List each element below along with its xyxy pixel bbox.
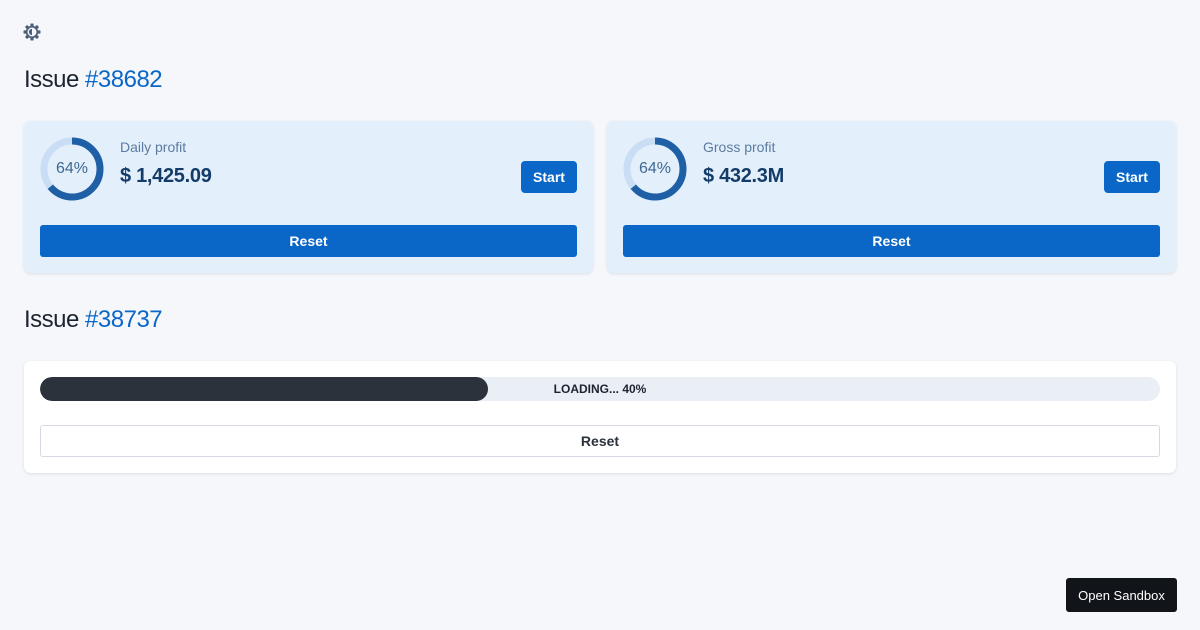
ring-percent-label: 64% [55,160,89,177]
issue-number-link[interactable]: #38682 [85,66,163,93]
metric-card-gross-profit: 64% Gross profit $ 432.3M Start Reset [607,121,1176,273]
section-title-issue-38737: Issue #38737 [24,306,163,334]
loading-panel: LOADING... 40% Reset [24,361,1176,473]
reset-button[interactable]: Reset [40,225,577,257]
ring-percent-label: 64% [638,160,672,177]
start-button[interactable]: Start [1104,161,1160,193]
section-title-prefix: Issue [24,306,79,333]
metric-card-daily-profit: 64% Daily profit $ 1,425.09 Start Reset [24,121,593,273]
metric-value: $ 432.3M [703,165,784,187]
section-title-prefix: Issue [24,66,79,93]
progress-bar: LOADING... 40% [40,377,1160,401]
metric-label: Gross profit [703,139,776,155]
start-button[interactable]: Start [521,161,577,193]
reset-button[interactable]: Reset [623,225,1160,257]
metric-value: $ 1,425.09 [120,165,212,187]
metric-label: Daily profit [120,139,187,155]
reset-button[interactable]: Reset [40,425,1160,457]
section-title-issue-38682: Issue #38682 [24,66,163,94]
gear-icon[interactable] [22,22,42,42]
progress-label: LOADING... 40% [553,382,647,396]
issue-number-link[interactable]: #38737 [85,306,163,333]
open-sandbox-button[interactable]: Open Sandbox [1066,578,1177,612]
